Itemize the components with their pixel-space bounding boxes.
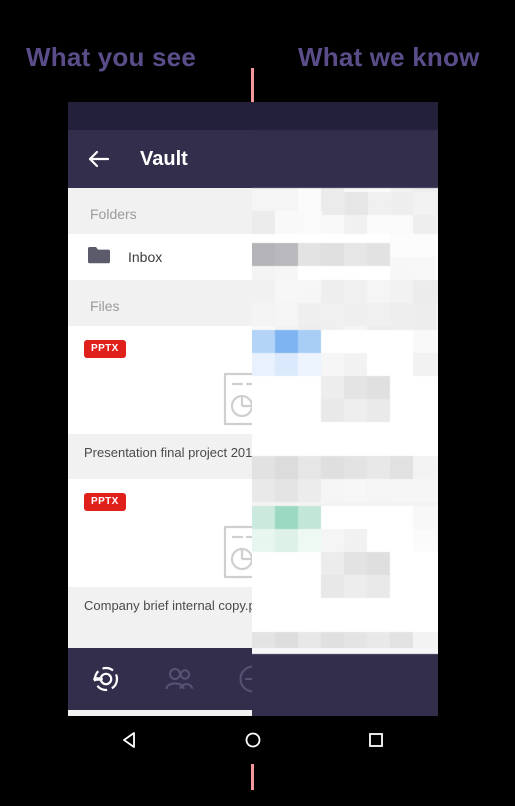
folder-icon [88, 246, 110, 269]
back-arrow-icon[interactable] [82, 142, 116, 176]
pixelated-redaction-overlay [252, 102, 438, 716]
file-type-badge: PPTX [84, 340, 126, 358]
android-system-nav [68, 716, 438, 764]
circle-home-icon[interactable] [191, 730, 314, 750]
annotation-what-we-know: What we know [298, 42, 480, 73]
annotation-what-you-see: What you see [26, 42, 196, 73]
people-icon[interactable] [142, 666, 216, 692]
vault-target-icon[interactable] [68, 664, 142, 694]
mosaic-canvas [252, 102, 438, 716]
file-type-badge: PPTX [84, 493, 126, 511]
square-recents-icon[interactable] [315, 730, 438, 750]
triangle-back-icon[interactable] [68, 730, 191, 750]
